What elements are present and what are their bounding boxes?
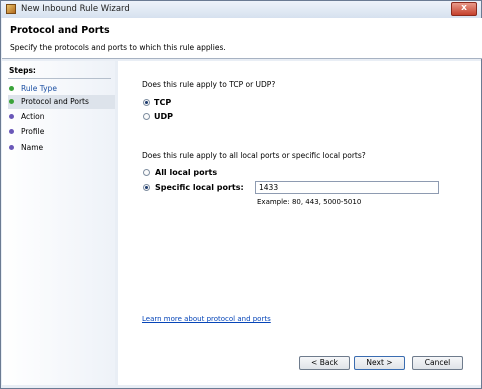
close-button[interactable]: x xyxy=(451,2,477,16)
step-label: Profile xyxy=(21,127,45,136)
step-status-icon xyxy=(9,145,14,150)
cancel-button[interactable]: Cancel xyxy=(412,356,463,370)
step-label: Rule Type xyxy=(21,84,57,93)
udp-label[interactable]: UDP xyxy=(154,112,173,121)
page-header: Protocol and Ports Specify the protocols… xyxy=(2,18,482,59)
specific-local-ports-radio[interactable] xyxy=(143,184,150,191)
all-local-ports-radio[interactable] xyxy=(143,169,150,176)
firewall-icon xyxy=(6,4,16,14)
step-label: Name xyxy=(21,143,44,152)
step-status-icon xyxy=(9,86,14,91)
protocol-question: Does this rule apply to TCP or UDP? xyxy=(142,80,276,89)
step-rule-type[interactable]: Rule Type xyxy=(8,82,115,96)
steps-pane: Steps: Rule Type Protocol and Ports Acti… xyxy=(2,61,115,385)
wizard-window: New Inbound Rule Wizard x Protocol and P… xyxy=(0,0,482,389)
page-subtitle: Specify the protocols and ports to which… xyxy=(10,43,226,52)
steps-heading: Steps: xyxy=(9,66,36,75)
udp-radio[interactable] xyxy=(143,113,150,120)
step-label: Protocol and Ports xyxy=(21,97,89,106)
next-button[interactable]: Next > xyxy=(354,356,405,370)
window-title: New Inbound Rule Wizard xyxy=(21,4,130,14)
step-profile[interactable]: Profile xyxy=(8,125,115,139)
tcp-label[interactable]: TCP xyxy=(154,98,171,107)
specific-local-ports-label[interactable]: Specific local ports: xyxy=(155,183,244,192)
title-bar: New Inbound Rule Wizard x xyxy=(1,1,481,18)
step-protocol-and-ports[interactable]: Protocol and Ports xyxy=(8,95,115,109)
ports-example-hint: Example: 80, 443, 5000-5010 xyxy=(257,198,362,206)
all-local-ports-label[interactable]: All local ports xyxy=(155,168,217,177)
tcp-radio[interactable] xyxy=(143,99,150,106)
back-button[interactable]: < Back xyxy=(299,356,350,370)
step-name[interactable]: Name xyxy=(8,141,115,155)
main-pane xyxy=(118,61,481,385)
step-label: Action xyxy=(21,112,45,121)
step-action[interactable]: Action xyxy=(8,110,115,124)
ports-question: Does this rule apply to all local ports … xyxy=(142,151,366,160)
local-ports-input[interactable] xyxy=(255,181,439,194)
step-status-icon xyxy=(9,114,14,119)
steps-divider xyxy=(8,78,111,79)
page-title: Protocol and Ports xyxy=(10,25,110,36)
step-status-icon xyxy=(9,129,14,134)
learn-more-link[interactable]: Learn more about protocol and ports xyxy=(142,315,271,323)
step-status-icon xyxy=(9,99,14,104)
